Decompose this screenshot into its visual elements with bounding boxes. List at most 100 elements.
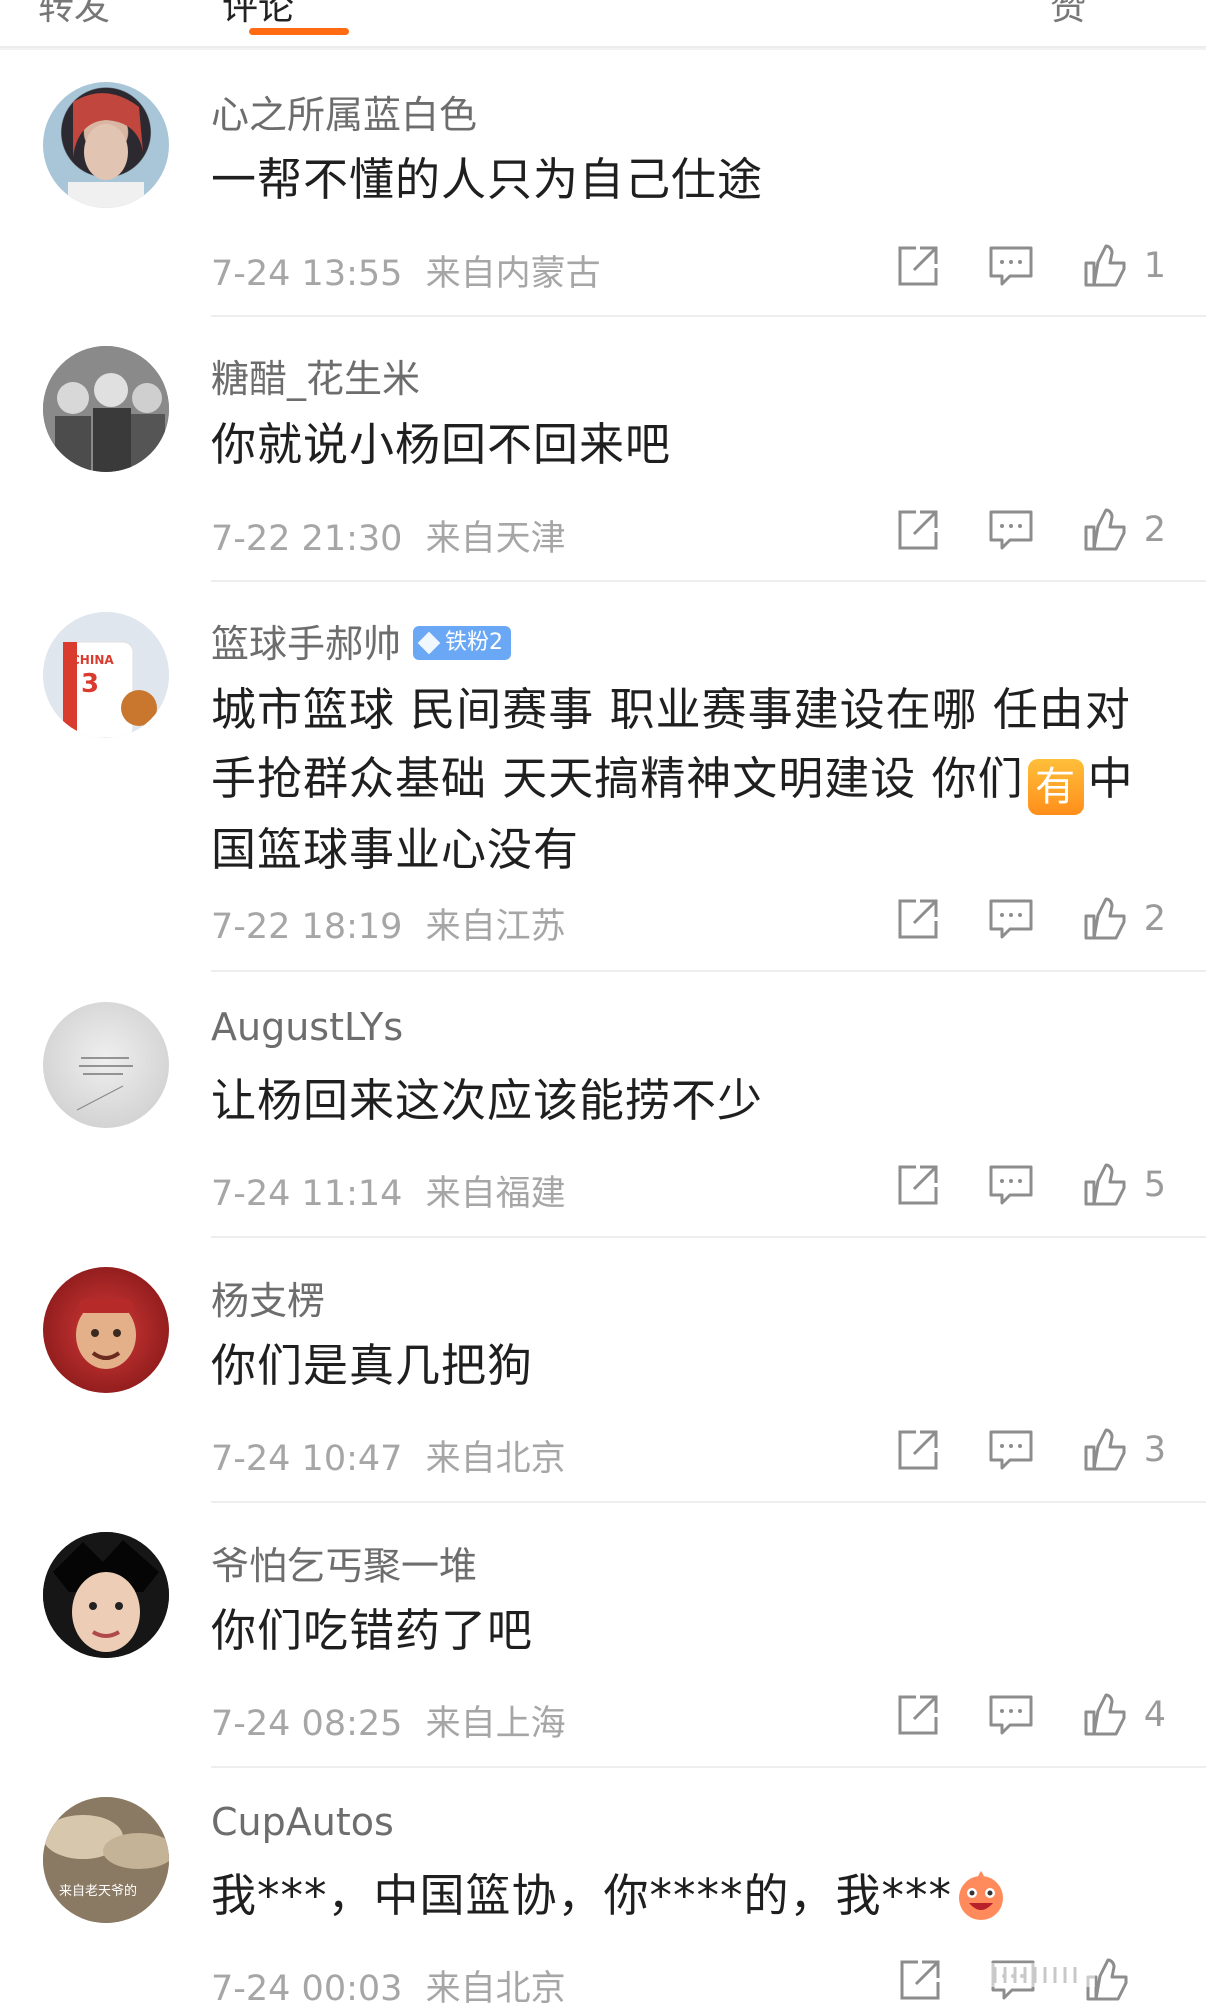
comment-icon bbox=[989, 246, 1033, 286]
share-icon bbox=[898, 246, 938, 286]
username[interactable]: 糖醋_花生米 bbox=[211, 348, 420, 403]
username[interactable]: 篮球手郝帅 bbox=[211, 622, 401, 666]
comment-meta: 7-24 11:14 来自福建 bbox=[211, 1165, 566, 1216]
reply-button[interactable] bbox=[988, 897, 1034, 941]
reply-button[interactable] bbox=[988, 508, 1034, 552]
avatar-image bbox=[43, 346, 169, 472]
share-button[interactable] bbox=[896, 897, 940, 941]
you-emoji-icon: 有 bbox=[1027, 759, 1084, 815]
username[interactable]: 爷怕乞丐聚一堆 bbox=[211, 1535, 477, 1590]
comment-actions: 3 bbox=[848, 1420, 1166, 1480]
comment-text: 你们是真几把狗 bbox=[211, 1339, 534, 1392]
comment-icon bbox=[989, 1165, 1033, 1205]
avatar-image bbox=[76, 1299, 136, 1369]
divider bbox=[0, 48, 1206, 50]
comment-text: 让杨回来这次应该能捞不少 bbox=[211, 1074, 764, 1127]
like-button[interactable]: 4 bbox=[1082, 1692, 1166, 1738]
comment-text: 一帮不懂的人只为自己仕途 bbox=[211, 153, 764, 206]
tab-likes[interactable]: 赞 bbox=[1050, 0, 1086, 30]
comment-text: 城市篮球 民间赛事 职业赛事建设在哪 任由对手抢群众基础 天天搞精神文明建设 你… bbox=[211, 675, 1161, 884]
like-button[interactable]: 5 bbox=[1082, 1162, 1166, 1208]
username[interactable]: CupAutos bbox=[211, 1800, 394, 1844]
comment-time: 7-24 10:47 bbox=[211, 1439, 403, 1479]
divider bbox=[211, 315, 1206, 317]
reply-button[interactable] bbox=[988, 1693, 1034, 1737]
share-icon bbox=[898, 899, 938, 939]
thumbs-up-icon bbox=[1084, 897, 1126, 940]
avatar[interactable]: 来自老天爷的 bbox=[43, 1797, 169, 1923]
avatar[interactable] bbox=[43, 1532, 169, 1658]
comment-meta: 7-22 18:19 来自江苏 bbox=[211, 898, 566, 949]
share-button[interactable] bbox=[896, 508, 940, 552]
thumbs-up-icon bbox=[1084, 1163, 1126, 1206]
share-button[interactable] bbox=[896, 1693, 940, 1737]
comment-actions: 2 bbox=[848, 500, 1166, 560]
share-button[interactable] bbox=[896, 244, 940, 288]
comment-actions: 4 bbox=[848, 1685, 1166, 1745]
comment-time: 7-24 11:14 bbox=[211, 1174, 403, 1214]
avatar[interactable] bbox=[43, 346, 169, 472]
avatar[interactable] bbox=[43, 82, 169, 208]
comment-icon bbox=[989, 1430, 1033, 1470]
comment-actions: 5 bbox=[848, 1155, 1166, 1215]
avatar[interactable]: CHINA 3 bbox=[43, 612, 169, 738]
comment-time: 7-24 13:55 bbox=[211, 254, 403, 294]
username[interactable]: 杨支楞 bbox=[211, 1270, 325, 1325]
username[interactable]: AugustLYs bbox=[211, 1005, 403, 1049]
divider bbox=[211, 1501, 1206, 1503]
comment-time: 7-22 21:30 bbox=[211, 519, 403, 559]
share-icon bbox=[898, 1430, 938, 1470]
avatar-caption: 来自老天爷的 bbox=[59, 1883, 137, 1899]
like-button[interactable]: 2 bbox=[1082, 896, 1166, 942]
share-button[interactable] bbox=[896, 1163, 940, 1207]
comment-icon bbox=[989, 510, 1033, 550]
tab-repost[interactable]: 转发 bbox=[38, 0, 110, 30]
active-tab-indicator bbox=[249, 28, 349, 35]
username[interactable]: 心之所属蓝白色 bbox=[211, 84, 477, 139]
like-count: 2 bbox=[1143, 510, 1166, 550]
like-button[interactable]: 1 bbox=[1082, 243, 1166, 289]
divider bbox=[211, 580, 1206, 582]
avatar-image bbox=[43, 1532, 169, 1658]
share-button[interactable] bbox=[898, 1958, 942, 2002]
avatar[interactable] bbox=[43, 1002, 169, 1128]
comment-text: 你就说小杨回不回来吧 bbox=[211, 418, 672, 471]
username-row: 篮球手郝帅 铁粉2 bbox=[211, 613, 512, 668]
avatar[interactable] bbox=[43, 1267, 169, 1393]
comment-text-part: 城市篮球 民间赛事 职业赛事建设在哪 任由对手抢群众基础 天天搞精神文明建设 你… bbox=[211, 683, 1131, 805]
avatar-image bbox=[76, 1057, 133, 1111]
comment-location: 来自内蒙古 bbox=[425, 254, 601, 294]
comment-icon bbox=[989, 1695, 1033, 1735]
divider bbox=[211, 1236, 1206, 1238]
divider bbox=[211, 1766, 1206, 1768]
avatar-image bbox=[68, 93, 144, 208]
like-button[interactable]: 3 bbox=[1082, 1427, 1166, 1473]
comment-location: 来自北京 bbox=[425, 1969, 566, 2009]
comment-meta: 7-24 00:03 来自北京 bbox=[211, 1960, 566, 2011]
like-count: 1 bbox=[1143, 246, 1166, 286]
tab-comments[interactable]: 评论 bbox=[222, 0, 294, 30]
comment-time: 7-22 18:19 bbox=[211, 907, 403, 947]
share-icon bbox=[898, 1165, 938, 1205]
comment-meta: 7-24 10:47 来自北京 bbox=[211, 1430, 566, 1481]
comment-location: 来自福建 bbox=[425, 1174, 566, 1214]
fan-badge[interactable]: 铁粉2 bbox=[413, 626, 512, 660]
thumbs-up-icon bbox=[1084, 508, 1126, 551]
watermark-icon bbox=[975, 1963, 1095, 1987]
comment-text: 你们吃错药了吧 bbox=[211, 1604, 534, 1657]
share-icon bbox=[898, 1695, 938, 1735]
comment-icon bbox=[989, 899, 1033, 939]
like-button[interactable]: 2 bbox=[1082, 507, 1166, 553]
reply-button[interactable] bbox=[988, 1428, 1034, 1472]
comment-meta: 7-24 13:55 来自内蒙古 bbox=[211, 245, 601, 296]
reply-button[interactable] bbox=[988, 244, 1034, 288]
share-button[interactable] bbox=[896, 1428, 940, 1472]
reply-button[interactable] bbox=[988, 1163, 1034, 1207]
comment-location: 来自北京 bbox=[425, 1439, 566, 1479]
divider bbox=[211, 970, 1206, 972]
laughing-emoji-icon bbox=[959, 1871, 1004, 1920]
avatar-image: CHINA 3 bbox=[43, 612, 169, 738]
comment-location: 来自江苏 bbox=[425, 907, 566, 947]
like-count: 2 bbox=[1143, 899, 1166, 939]
thumbs-up-icon bbox=[1084, 244, 1126, 287]
